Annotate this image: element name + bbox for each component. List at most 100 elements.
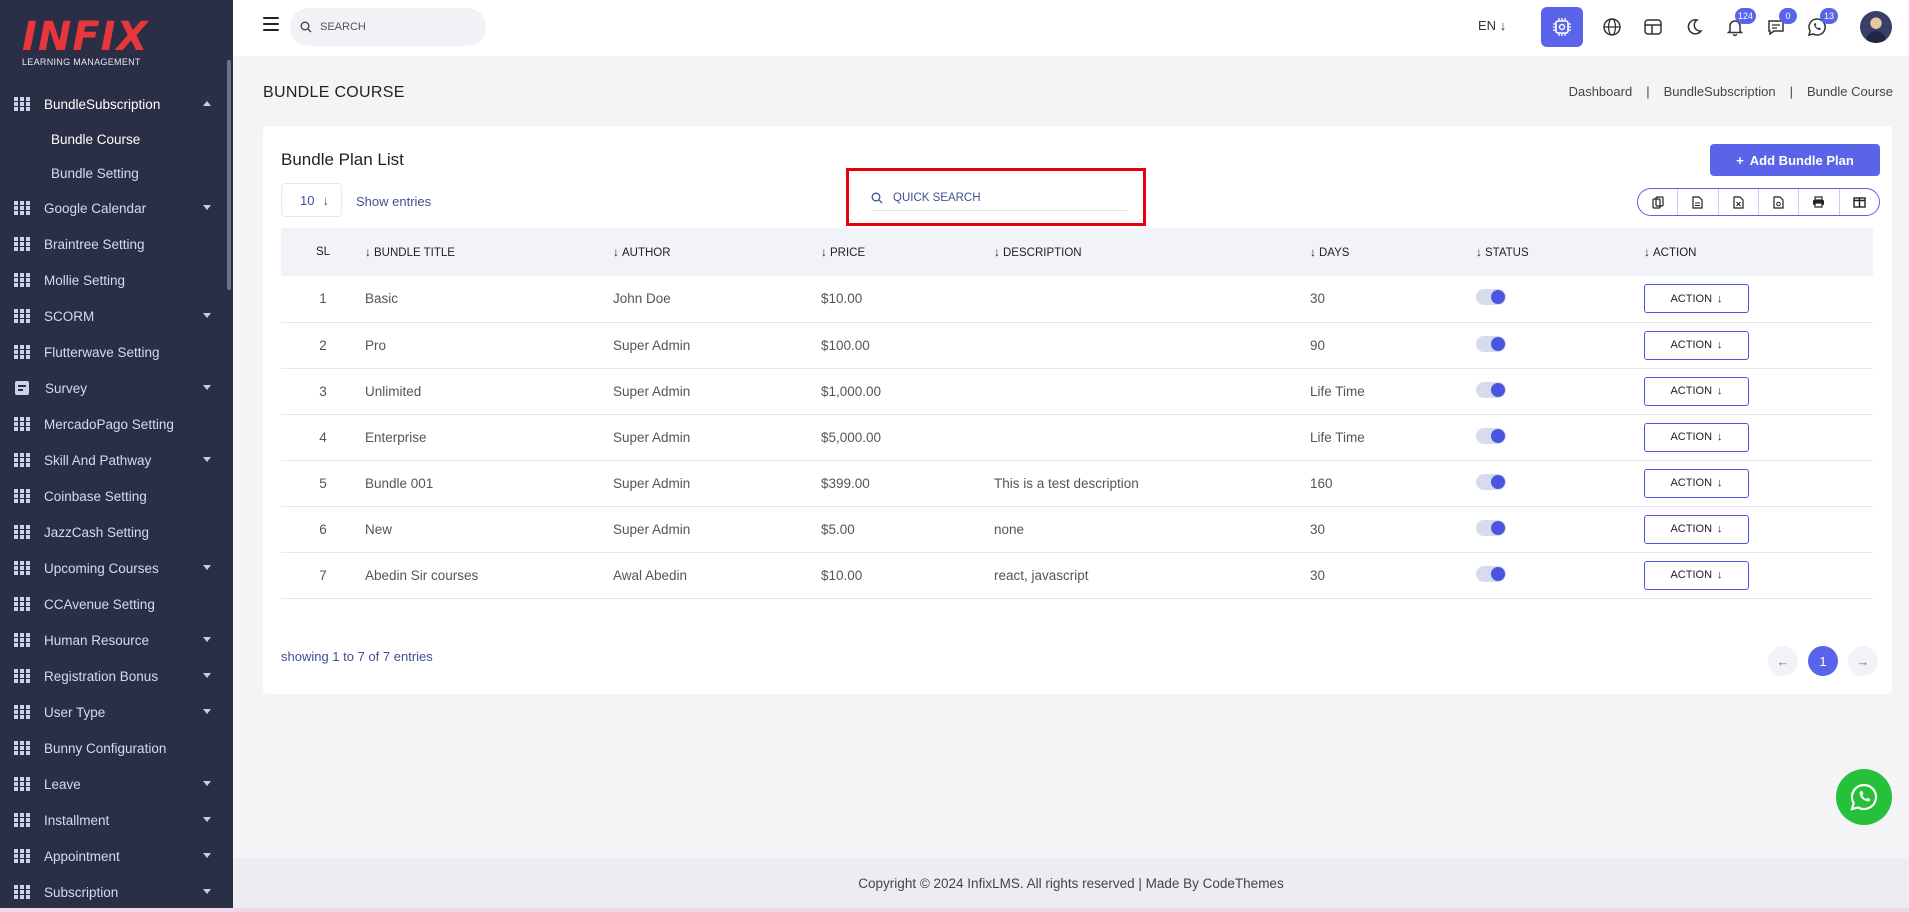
cell-price: $399.00	[821, 475, 870, 491]
action-dropdown-button[interactable]: ACTION ↓	[1644, 284, 1749, 314]
previous-page-button[interactable]: ←	[1768, 646, 1798, 676]
sidebar-item-installment[interactable]: Installment	[0, 802, 233, 838]
status-toggle[interactable]	[1476, 473, 1506, 490]
column-header-bundle-title[interactable]: ↓ BUNDLE TITLE	[365, 228, 613, 276]
column-header-days[interactable]: ↓ DAYS	[1310, 228, 1476, 276]
cell-action: ACTION ↓	[1644, 414, 1873, 460]
sidebar-item-subscription[interactable]: Subscription	[0, 874, 233, 910]
sidebar-item-appointment[interactable]: Appointment	[0, 838, 233, 874]
breadcrumb-bundle-course[interactable]: Bundle Course	[1807, 84, 1893, 99]
cell-bundle-title: Unlimited	[365, 383, 422, 399]
column-header-action[interactable]: ↓ ACTION	[1644, 228, 1873, 276]
sidebar-item-scorm[interactable]: SCORM	[0, 298, 233, 334]
sidebar-item-survey[interactable]: Survey	[0, 370, 233, 406]
column-header-status[interactable]: ↓ STATUS	[1476, 228, 1644, 276]
entries-value: 10	[300, 192, 315, 208]
sidebar-item-mollie-setting[interactable]: Mollie Setting	[0, 262, 233, 298]
sidebar-item-ccavenue-setting[interactable]: CCAvenue Setting	[0, 586, 233, 622]
add-bundle-plan-button[interactable]: + Add Bundle Plan	[1710, 144, 1880, 176]
sort-arrow-icon: ↓	[821, 245, 827, 259]
print-button[interactable]	[1799, 189, 1840, 215]
next-page-button[interactable]: →	[1848, 646, 1878, 676]
sort-arrow-icon: ↓	[613, 245, 619, 259]
action-label: ACTION	[1670, 292, 1713, 305]
whatsapp-floating-button[interactable]	[1836, 769, 1892, 825]
status-toggle[interactable]	[1476, 289, 1506, 306]
sidebar-item-leave[interactable]: Leave	[0, 766, 233, 802]
sidebar-item-label: SCORM	[44, 308, 95, 324]
logo[interactable]: INFIX LEARNING MANAGEMENT	[0, 0, 233, 86]
column-header-price[interactable]: ↓ PRICE	[821, 228, 994, 276]
status-toggle[interactable]	[1476, 427, 1506, 444]
status-toggle[interactable]	[1476, 381, 1506, 398]
excel-button[interactable]	[1719, 189, 1759, 215]
chip-button[interactable]	[1541, 7, 1583, 47]
pdf-button[interactable]	[1759, 189, 1800, 215]
whatsapp-chat-icon[interactable]: 13	[1806, 8, 1838, 38]
sidebar-item-upcoming-courses[interactable]: Upcoming Courses	[0, 550, 233, 586]
sidebar-item-label: Leave	[44, 776, 81, 792]
breadcrumb-bundlesubscription[interactable]: BundleSubscription	[1664, 84, 1776, 99]
avatar[interactable]	[1860, 11, 1892, 43]
sidebar-scrollbar[interactable]	[227, 60, 231, 290]
quick-search[interactable]	[871, 185, 1127, 211]
action-label: ACTION	[1670, 339, 1713, 351]
action-dropdown-button[interactable]: ACTION ↓	[1644, 330, 1749, 360]
caret-down-icon	[203, 205, 211, 210]
sidebar-item-coinbase-setting[interactable]: Coinbase Setting	[0, 478, 233, 514]
language-select[interactable]: EN ↓	[1478, 18, 1506, 33]
footer: Copyright © 2024 InfixLMS. All rights re…	[233, 858, 1909, 908]
cell-price: $10.00	[821, 291, 863, 307]
csv-button[interactable]	[1678, 189, 1719, 215]
sidebar-item-flutterwave-setting[interactable]: Flutterwave Setting	[0, 334, 233, 370]
page-button-current[interactable]: 1	[1808, 646, 1838, 676]
action-dropdown-button[interactable]: ACTION ↓	[1644, 376, 1749, 406]
column-header-sl[interactable]: SL	[281, 228, 365, 276]
sidebar-item-human-resource[interactable]: Human Resource	[0, 622, 233, 658]
sidebar-item-bundlesubscription[interactable]: BundleSubscription	[0, 86, 233, 122]
sidebar-item-skill-and-pathway[interactable]: Skill And Pathway	[0, 442, 233, 478]
pagination: ← 1 →	[1768, 646, 1878, 676]
action-dropdown-button[interactable]: ACTION ↓	[1644, 560, 1749, 590]
bell-icon[interactable]: 124	[1724, 8, 1756, 38]
status-toggle[interactable]	[1476, 335, 1506, 352]
sidebar-item-label: Appointment	[44, 848, 120, 864]
cell-bundle-title: Basic	[365, 291, 399, 307]
column-header-author[interactable]: ↓ AUTHOR	[613, 228, 821, 276]
layout-icon[interactable]	[1642, 16, 1664, 38]
sidebar-item-label: User Type	[44, 704, 106, 720]
moon-icon[interactable]	[1683, 16, 1705, 38]
copy-button[interactable]	[1638, 189, 1679, 215]
sidebar-item-bunny-configuration[interactable]: Bunny Configuration	[0, 730, 233, 766]
entries-select[interactable]: 10 ↓	[281, 183, 342, 217]
sidebar-item-registration-bonus[interactable]: Registration Bonus	[0, 658, 233, 694]
action-dropdown-button[interactable]: ACTION ↓	[1644, 422, 1749, 452]
message-icon[interactable]: 0	[1765, 8, 1797, 38]
top-search-input[interactable]	[320, 21, 460, 33]
status-toggle[interactable]	[1476, 519, 1506, 536]
sidebar-item-label: Upcoming Courses	[44, 560, 159, 576]
sidebar-item-google-calendar[interactable]: Google Calendar	[0, 190, 233, 226]
chevron-down-icon: ↓	[1717, 339, 1723, 351]
sidebar-item-braintree-setting[interactable]: Braintree Setting	[0, 226, 233, 262]
columns-button[interactable]	[1840, 189, 1879, 215]
menu-toggle-icon[interactable]	[263, 17, 279, 31]
entries-label: Show entries	[356, 194, 432, 209]
status-toggle[interactable]	[1476, 565, 1506, 582]
sidebar-item-bundle-course[interactable]: Bundle Course	[0, 122, 233, 156]
globe-icon[interactable]	[1601, 16, 1623, 38]
action-dropdown-button[interactable]: ACTION ↓	[1644, 468, 1749, 498]
breadcrumb-dashboard[interactable]: Dashboard	[1569, 84, 1633, 99]
cell-status	[1476, 460, 1644, 506]
sidebar-item-label: Bundle Course	[51, 131, 141, 147]
sidebar-item-jazzcash-setting[interactable]: JazzCash Setting	[0, 514, 233, 550]
top-search[interactable]	[290, 8, 486, 46]
action-dropdown-button[interactable]: ACTION ↓	[1644, 514, 1749, 544]
sidebar-item-bundle-setting[interactable]: Bundle Setting	[0, 156, 233, 190]
column-header-description[interactable]: ↓ DESCRIPTION	[994, 228, 1310, 276]
quick-search-input[interactable]	[893, 191, 1093, 204]
sidebar-item-mercadopago-setting[interactable]: MercadoPago Setting	[0, 406, 233, 442]
sidebar-item-user-type[interactable]: User Type	[0, 694, 233, 730]
breadcrumb-separator: |	[1789, 84, 1793, 99]
topbar: EN ↓ 124 0 13	[233, 0, 1909, 56]
